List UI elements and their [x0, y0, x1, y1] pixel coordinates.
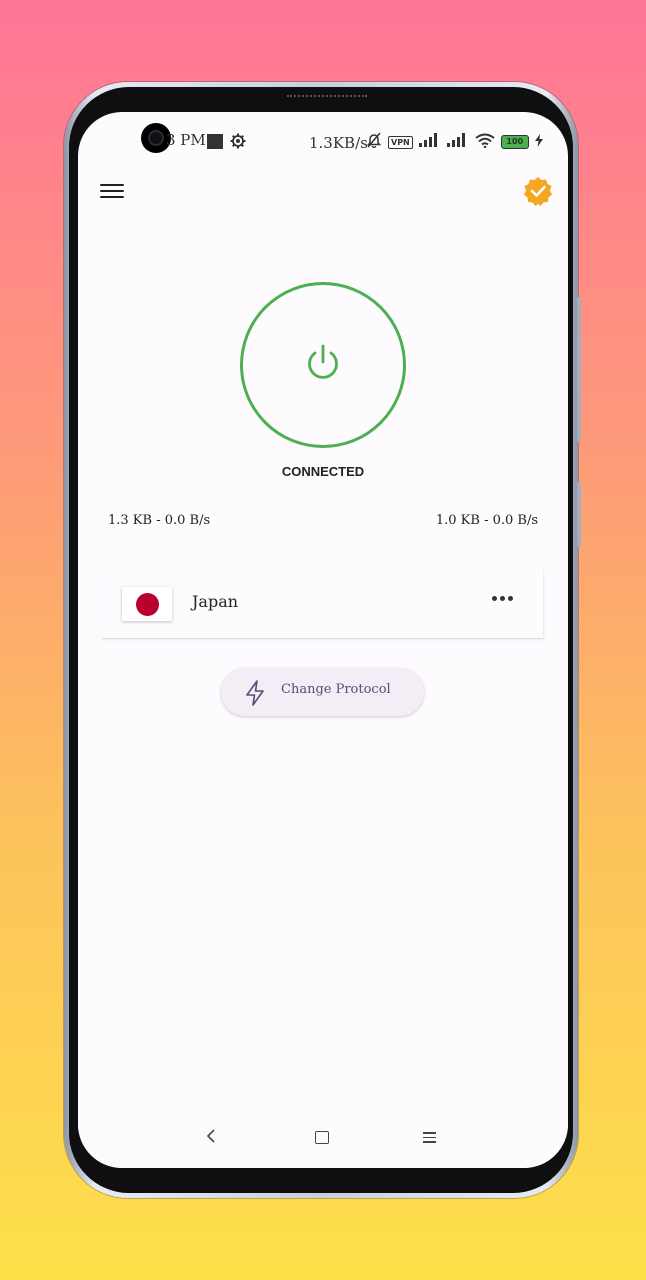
change-protocol-label: Change Protocol: [281, 682, 391, 697]
status-bar: 3 PM 1.3KB/s VPN 100: [78, 112, 568, 172]
hamburger-menu-icon[interactable]: [98, 180, 126, 204]
change-protocol-button[interactable]: Change Protocol: [221, 668, 424, 716]
battery-icon: 100: [500, 135, 529, 149]
volume-button: [577, 297, 581, 442]
vpn-icon: VPN: [388, 135, 413, 149]
app-bar: [78, 172, 568, 212]
verified-badge-icon[interactable]: [522, 175, 554, 211]
back-chevron-icon[interactable]: [206, 1128, 216, 1148]
settings-gear-icon: [230, 133, 246, 153]
japan-flag-icon: [122, 587, 172, 621]
phone-screen: 3 PM 1.3KB/s VPN 100 CONNECTED 1.3 KB - …: [78, 112, 568, 1168]
connection-status: CONNECTED: [281, 464, 365, 479]
speaker-grille: [287, 95, 367, 100]
status-time: 3 PM: [166, 131, 206, 149]
server-name: Japan: [192, 592, 239, 611]
mute-bell-icon: [366, 132, 382, 152]
network-speed: 1.3KB/s: [309, 134, 368, 152]
recents-menu-icon[interactable]: [423, 1132, 436, 1146]
signal-icon: [446, 133, 469, 151]
charging-bolt-icon: [534, 133, 543, 151]
upload-traffic: 1.0 KB - 0.0 B/s: [435, 513, 538, 528]
power-side-button: [577, 482, 581, 547]
connect-power-button[interactable]: [240, 282, 406, 448]
status-icons: VPN 100: [366, 132, 543, 152]
system-nav-bar: [78, 1112, 568, 1168]
lightning-icon: [246, 680, 264, 706]
signal-icon: [418, 133, 441, 151]
wifi-icon: [475, 133, 495, 152]
server-selector[interactable]: Japan: [102, 570, 544, 639]
power-icon: [308, 344, 338, 379]
home-square-icon[interactable]: [315, 1131, 329, 1144]
more-horizontal-icon[interactable]: [492, 596, 513, 601]
download-traffic: 1.3 KB - 0.0 B/s: [108, 513, 211, 528]
notification-square-icon: [207, 134, 223, 149]
